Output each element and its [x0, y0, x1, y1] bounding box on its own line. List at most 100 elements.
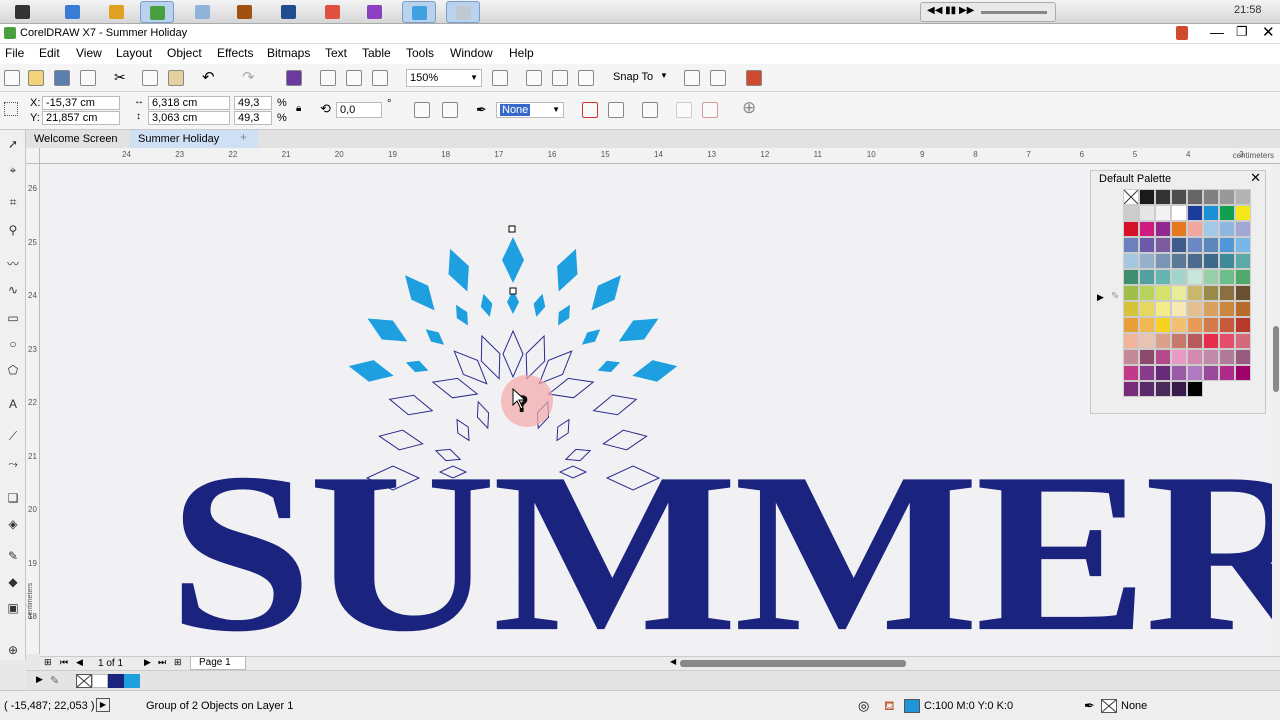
palette-swatch[interactable] [1171, 301, 1187, 317]
palette-swatch[interactable] [1155, 333, 1171, 349]
freehand-tool-icon[interactable]: 〰 [5, 256, 21, 272]
close-icon[interactable]: ✕ [1262, 23, 1275, 41]
palette-swatch[interactable] [1139, 365, 1155, 381]
open-icon[interactable] [28, 70, 44, 86]
copy-icon[interactable] [142, 70, 158, 86]
text-tool-icon[interactable]: A [5, 396, 21, 412]
palette-swatch[interactable] [1171, 253, 1187, 269]
palette-swatch[interactable] [1187, 269, 1203, 285]
artwork-svg[interactable]: ? SUMMER [40, 164, 1272, 656]
to-front-icon[interactable] [608, 102, 624, 118]
undo-icon[interactable]: ↶ [202, 68, 215, 86]
palette-swatch[interactable] [1235, 189, 1251, 205]
group-icon[interactable] [676, 102, 692, 118]
ruler-origin[interactable] [26, 148, 40, 164]
tab-page-1[interactable]: Page 1 [190, 656, 246, 670]
palette-swatch[interactable] [1171, 333, 1187, 349]
diamond-shape[interactable] [456, 304, 468, 326]
y-position-input[interactable]: 21,857 cm [42, 111, 120, 125]
add-preset-icon[interactable]: ⊕ [742, 98, 756, 118]
ellipse-tool-icon[interactable]: ○ [5, 336, 21, 352]
palette-swatch[interactable] [1123, 381, 1139, 397]
palette-swatch[interactable] [1235, 317, 1251, 333]
rectangle-tool-icon[interactable]: ▭ [5, 310, 21, 326]
palette-swatch[interactable] [1187, 365, 1203, 381]
menu-edit[interactable]: Edit [39, 46, 60, 60]
palette-swatch[interactable] [1155, 317, 1171, 333]
filled-diamond-group[interactable] [348, 237, 678, 382]
palette-swatch[interactable] [1203, 253, 1219, 269]
redo-icon[interactable]: ↷ [242, 68, 255, 86]
palette-swatch[interactable] [1123, 221, 1139, 237]
menu-view[interactable]: View [76, 46, 102, 60]
navy-swatch[interactable] [108, 674, 124, 688]
next-page-icon[interactable]: ▶ [144, 657, 151, 668]
palette-swatch[interactable] [1123, 333, 1139, 349]
add-tool-icon[interactable]: ⊕ [5, 642, 21, 658]
polygon-tool-icon[interactable]: ⬠ [5, 362, 21, 378]
palette-swatch[interactable] [1171, 205, 1187, 221]
full-screen-icon[interactable] [492, 70, 508, 86]
diamond-shape[interactable] [425, 329, 445, 345]
vertical-scrollbar[interactable]: ▼ [1272, 164, 1280, 665]
palette-swatch[interactable] [1155, 285, 1171, 301]
smart-fill-icon[interactable]: ▣ [5, 600, 21, 616]
palette-swatch[interactable] [1139, 349, 1155, 365]
export-icon[interactable] [346, 70, 362, 86]
palette-swatch[interactable] [1187, 349, 1203, 365]
add-page-icon[interactable]: ⊞ [174, 657, 182, 668]
taskbar-app-button[interactable] [6, 1, 40, 23]
horizontal-scroll-thumb[interactable] [680, 660, 906, 667]
scale-width-input[interactable]: 49,3 [234, 96, 272, 110]
palette-swatch[interactable] [1219, 189, 1235, 205]
taskbar-app-button[interactable] [358, 1, 392, 23]
first-page-icon[interactable]: ⏮ [60, 657, 68, 668]
palette-swatch[interactable] [1171, 365, 1187, 381]
eyedropper-icon[interactable]: ✎ [5, 548, 21, 564]
palette-swatch[interactable] [1235, 285, 1251, 301]
summer-title-text[interactable]: SUMMER [168, 426, 1272, 656]
palette-swatch[interactable] [1187, 381, 1203, 397]
grid-icon[interactable] [552, 70, 568, 86]
palette-swatch[interactable] [1155, 189, 1171, 205]
palette-swatch[interactable] [1123, 269, 1139, 285]
taskbar-app-button[interactable] [316, 1, 350, 23]
palette-swatch[interactable] [1123, 365, 1139, 381]
object-origin-icon[interactable] [4, 102, 18, 116]
palette-swatch[interactable] [1235, 269, 1251, 285]
diamond-shape[interactable] [448, 248, 469, 292]
menu-tools[interactable]: Tools [406, 46, 434, 60]
palette-swatch[interactable] [1139, 381, 1155, 397]
palette-swatch[interactable] [1203, 365, 1219, 381]
diamond-shape[interactable] [476, 400, 490, 430]
menu-help[interactable]: Help [509, 46, 534, 60]
menu-bitmaps[interactable]: Bitmaps [267, 46, 310, 60]
palette-swatch[interactable] [1155, 205, 1171, 221]
diamond-shape[interactable] [405, 360, 429, 373]
palette-swatch[interactable] [1171, 317, 1187, 333]
palette-swatch[interactable] [1171, 269, 1187, 285]
close-palette-icon[interactable]: ✕ [1250, 170, 1261, 186]
outline-width-select[interactable]: None ▼ [496, 102, 564, 118]
palette-swatch[interactable] [1139, 333, 1155, 349]
palette-swatch[interactable] [1235, 349, 1251, 365]
previous-page-icon[interactable]: ◀ [76, 657, 83, 668]
palette-swatch[interactable] [1219, 333, 1235, 349]
new-icon[interactable] [4, 70, 20, 86]
selection-handle[interactable] [509, 287, 517, 295]
palette-swatch[interactable] [1187, 237, 1203, 253]
mirror-vertical-icon[interactable] [442, 102, 458, 118]
palette-swatch[interactable] [1235, 205, 1251, 221]
connector-tool-icon[interactable]: ⤳ [5, 456, 21, 472]
palette-swatch[interactable] [1187, 285, 1203, 301]
palette-swatch[interactable] [1155, 365, 1171, 381]
palette-swatch[interactable] [1187, 333, 1203, 349]
lock-ratio-icon[interactable]: 🔒︎ [296, 103, 301, 114]
new-tab-icon[interactable]: + [240, 130, 247, 144]
scroll-thumb[interactable] [1273, 326, 1279, 392]
white-swatch[interactable] [92, 674, 108, 688]
palette-swatch[interactable] [1139, 189, 1155, 205]
menu-window[interactable]: Window [450, 46, 493, 60]
color-proof-icon[interactable]: ◎ [858, 698, 869, 714]
palette-swatch[interactable] [1123, 349, 1139, 365]
